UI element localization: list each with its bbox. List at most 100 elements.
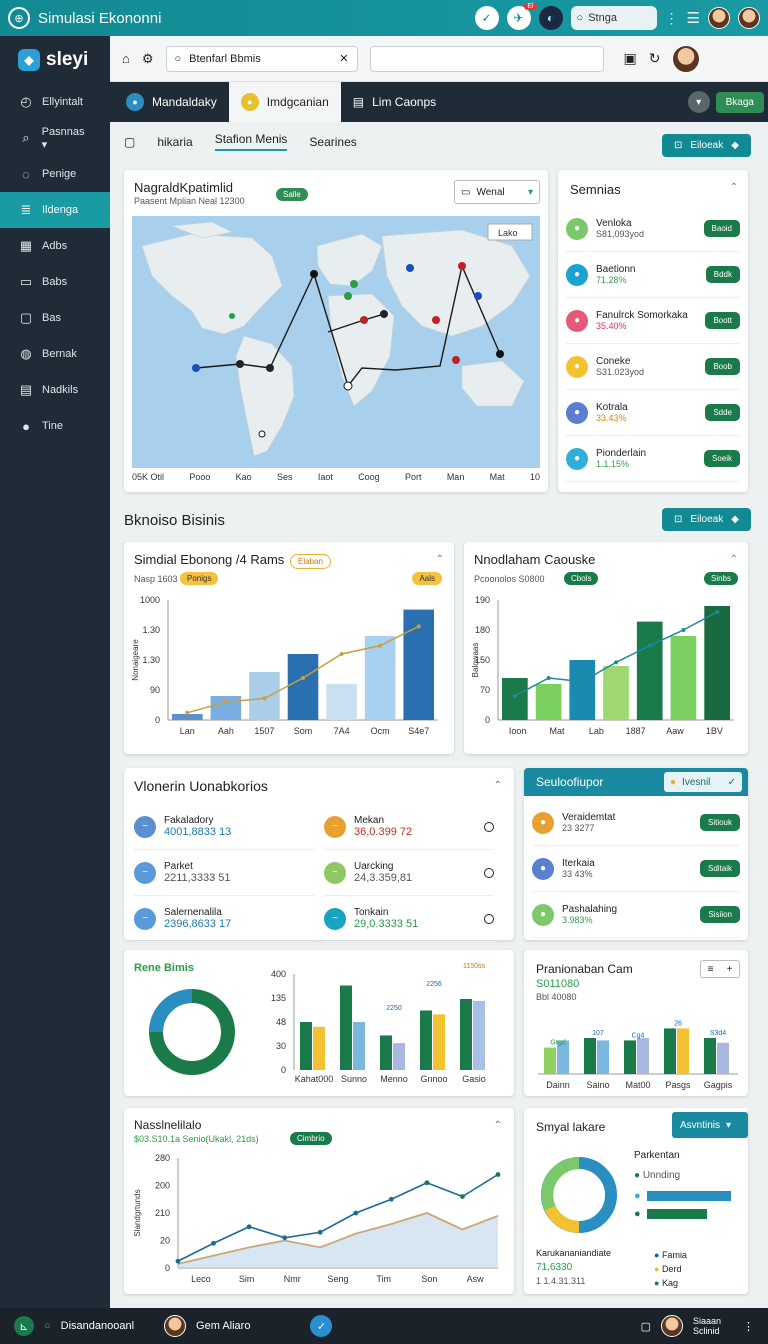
service-row[interactable]: ● Baetionn 71.28% Bddk <box>566 252 740 298</box>
service-row[interactable]: ● Kotrala 33.43% Sdde <box>566 390 740 436</box>
top-search[interactable]: ○ Stnga <box>570 6 657 30</box>
radio-icon[interactable] <box>484 913 494 924</box>
fin-controls[interactable]: ≡ + <box>700 960 740 978</box>
vis-row[interactable]: ~ Parket 2211,3333 51 <box>134 850 314 896</box>
chevron-down-icon[interactable]: ▾ <box>687 91 710 113</box>
signal-bar-row: ● <box>634 1190 734 1202</box>
vis-row[interactable]: ~ Fakaladory 4001,8833 13 <box>134 804 314 850</box>
signal-dropdown[interactable]: Asvntinis ▾ <box>672 1112 748 1138</box>
bag-icon[interactable]: ▣ <box>624 50 637 67</box>
avatar[interactable] <box>164 1315 187 1337</box>
vis-row[interactable]: ~ Mekan 36,0.399 72 <box>324 804 494 850</box>
map-marker[interactable] <box>452 356 460 364</box>
sidebar-item-5[interactable]: ▭ Babs <box>0 264 110 300</box>
sidebar-item-2[interactable]: ◌ Penige <box>0 156 110 192</box>
check-icon[interactable]: ✓ <box>310 1315 333 1337</box>
map-marker[interactable] <box>310 270 318 278</box>
close-icon[interactable]: ✕ <box>339 52 348 65</box>
service-row[interactable]: ● Fanulrck Somorkaka 35.40% Boott <box>566 298 740 344</box>
settings-icon[interactable]: ⚙ <box>142 51 154 67</box>
service-button[interactable]: Soeik <box>703 450 740 467</box>
map-marker[interactable] <box>266 364 274 372</box>
sidebar-item-3[interactable]: ≣ Ildenga <box>0 192 110 228</box>
map-marker[interactable] <box>236 360 244 368</box>
refresh-icon[interactable]: ↻ <box>649 50 661 67</box>
vis-row[interactable]: ~ Salernenalila 2396,8633 17 <box>134 896 314 942</box>
avatar[interactable] <box>708 7 730 29</box>
sidebar-item-6[interactable]: ▢ Bas <box>0 300 110 336</box>
map-marker[interactable] <box>458 262 466 270</box>
tab-imdgcanian[interactable]: ● Imdgcanian <box>228 82 341 122</box>
map-marker[interactable] <box>258 430 266 438</box>
more-icon[interactable]: ⋮ <box>665 10 679 27</box>
map-dropdown[interactable]: ▭ Wenal ▾ <box>454 180 540 204</box>
sidebar-item-1[interactable]: ⌕ Pasnnas ▾ <box>0 120 110 156</box>
sidebar-item-8[interactable]: ▤ Nadkils <box>0 372 110 408</box>
sidebar-item-4[interactable]: ▦ Adbs <box>0 228 110 264</box>
vis-row[interactable]: ~ Tonkain 29,0.3333 51 <box>324 896 494 942</box>
search-input[interactable]: ○ Btenfarl Bbmis ✕ <box>165 45 358 72</box>
page-icon[interactable]: ▢ <box>641 1320 651 1333</box>
supp-button[interactable]: Sditaik <box>699 860 740 877</box>
tab-lim-caonps[interactable]: ▤ Lim Caonps <box>341 82 448 122</box>
chevron-up-icon[interactable]: ⌃ <box>436 554 444 565</box>
service-row[interactable]: ● Coneke S31.023yod Boob <box>566 344 740 390</box>
menu-icon[interactable]: ☰ <box>687 9 700 27</box>
start-icon[interactable]: ⊾ <box>14 1316 34 1336</box>
home-icon[interactable]: ⌂ <box>122 51 130 66</box>
map-marker[interactable] <box>432 316 440 324</box>
map-marker[interactable] <box>192 364 200 372</box>
supp-row[interactable]: ● Veraidemtat 23 3277 Sitiouk <box>532 800 740 846</box>
map-marker[interactable] <box>350 280 358 288</box>
sidebar-item-0[interactable]: ◴ Ellyintalt <box>0 84 110 120</box>
map-marker[interactable] <box>229 313 235 319</box>
radio-icon[interactable] <box>484 867 494 878</box>
brand[interactable]: ◆ sleyi <box>0 36 110 84</box>
map-marker[interactable] <box>406 264 414 272</box>
radio-icon[interactable] <box>484 821 494 832</box>
chevron-up-icon[interactable]: ⌃ <box>730 554 738 565</box>
chevron-up-icon[interactable]: ⌃ <box>494 780 502 791</box>
chart2-title: Nnodlaham Caouske <box>474 552 596 567</box>
notifications-icon[interactable]: ✈ El <box>506 3 537 30</box>
avatar[interactable] <box>672 44 701 73</box>
service-button[interactable]: Boott <box>705 312 740 329</box>
map-marker[interactable] <box>474 292 482 300</box>
service-row[interactable]: ● Venloka S81,093yod Baoid <box>566 206 740 252</box>
tab-mandaldaky[interactable]: ● Mandaldaky <box>114 82 229 122</box>
supp-row[interactable]: ● Pashalahing 3.983% Sisiion <box>532 892 740 938</box>
service-button[interactable]: Boob <box>705 358 740 375</box>
subtab-searines[interactable]: Searines <box>309 135 356 149</box>
subtab-hikaria[interactable]: hikaria <box>157 135 192 149</box>
map-marker[interactable] <box>360 316 368 324</box>
service-button[interactable]: Bddk <box>705 266 740 283</box>
document-icon: ▤ <box>19 382 33 397</box>
sidebar-item-7[interactable]: ◍ Bernak <box>0 336 110 372</box>
service-row[interactable]: ● Pionderlain 1.1.15% Soeik <box>566 436 740 482</box>
supp-button[interactable]: Sisiion <box>700 906 740 923</box>
map-marker[interactable] <box>343 381 353 391</box>
service-button[interactable]: Baoid <box>703 220 740 237</box>
service-button[interactable]: Sdde <box>705 404 740 421</box>
map-marker[interactable] <box>344 292 352 300</box>
search-icon[interactable]: ○ <box>44 1320 51 1332</box>
avatar[interactable] <box>661 1315 683 1337</box>
more-icon[interactable]: ⋮ <box>743 1320 754 1333</box>
tab-action-button[interactable]: Bkaga <box>715 91 764 113</box>
check-icon[interactable]: ✓ <box>474 6 499 30</box>
chevron-up-icon[interactable]: ⌃ <box>730 182 738 193</box>
chevron-up-icon[interactable]: ⌃ <box>494 1120 502 1131</box>
section-button[interactable]: ⊡ Eiloeak ◆ <box>662 508 751 531</box>
blank-input[interactable] <box>369 45 604 72</box>
map-marker[interactable] <box>380 310 388 318</box>
supp-row[interactable]: ● Iterkaia 33 43% Sditaik <box>532 846 740 892</box>
supp-button[interactable]: Sitiouk <box>699 814 740 831</box>
rocket-icon[interactable]: ◐ <box>538 6 563 30</box>
avatar[interactable] <box>738 7 760 29</box>
map-marker[interactable] <box>496 350 504 358</box>
subtab-stafion[interactable]: Stafion Menis <box>214 132 288 151</box>
vis-row[interactable]: ~ Uarcking 24,3.359,81 <box>324 850 494 896</box>
sidebar-item-9[interactable]: ● Tine <box>0 408 110 444</box>
eiloeak-button[interactable]: ⊡ Eiloeak ◆ <box>662 134 751 157</box>
supp-dropdown[interactable]: ● Ivesnil ✓ <box>664 772 742 792</box>
